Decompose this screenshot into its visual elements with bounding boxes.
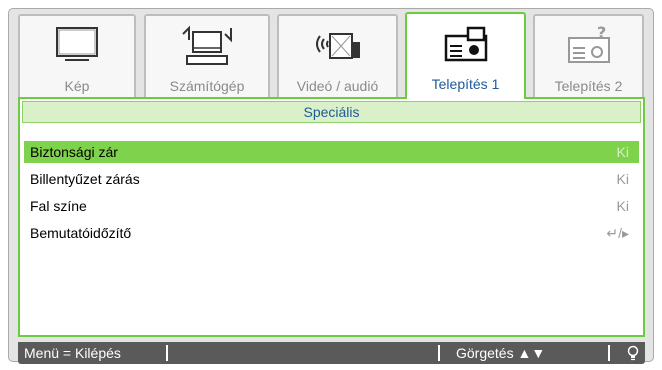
tab-label: Kép — [64, 78, 90, 94]
lightbulb-icon — [627, 345, 639, 361]
tab-label: Telepítés 1 — [431, 76, 500, 92]
menu-item-label: Fal színe — [30, 198, 87, 214]
tab-label: Telepítés 2 — [554, 78, 623, 94]
tab-picture[interactable]: Kép — [18, 14, 136, 98]
status-bar: Menü = Kilépés Görgetés ▲▼ — [18, 342, 645, 364]
status-divider — [438, 345, 440, 361]
tab-setup-1[interactable]: Telepítés 1 — [405, 12, 526, 99]
tab-label: Számítógép — [169, 78, 245, 94]
menu-item-value: Ki — [616, 171, 629, 187]
tab-label: Videó / audió — [296, 78, 379, 94]
menu-item-label: Biztonsági zár — [30, 144, 118, 160]
monitor-icon — [56, 27, 98, 61]
svg-text:?: ? — [597, 24, 606, 42]
status-divider — [608, 345, 610, 361]
menu-item-label: Billentyűzet zárás — [30, 171, 140, 187]
enter-arrow-icon: ↵/▸ — [606, 225, 629, 241]
tab-video-audio[interactable]: Videó / audió — [277, 14, 398, 98]
menu-item-value: Ki — [616, 198, 629, 214]
osd-menu-frame: Kép Számítógép Videó / audió Telepítés 1… — [8, 8, 654, 364]
projector-setup-icon — [444, 26, 487, 62]
menu-item-keypad-lock[interactable]: Billentyűzet zárás Ki — [24, 168, 639, 190]
projector-help-icon: ? — [567, 24, 610, 63]
tab-setup-2[interactable]: ? Telepítés 2 — [533, 14, 644, 98]
computer-icon — [182, 25, 232, 65]
menu-item-value: Ki — [616, 144, 629, 160]
menu-item-presentation-timer[interactable]: Bemutatóidőzítő ↵/▸ — [24, 222, 639, 244]
menu-exit-hint: Menü = Kilépés — [24, 345, 121, 361]
settings-panel: Speciális Biztonsági zár Ki Billentyűzet… — [18, 97, 645, 337]
menu-item-label: Bemutatóidőzítő — [30, 225, 132, 241]
menu-item-security-lock[interactable]: Biztonsági zár Ki — [24, 141, 639, 163]
tab-computer[interactable]: Számítógép — [144, 14, 270, 98]
scroll-hint: Görgetés ▲▼ — [456, 345, 546, 361]
status-divider — [166, 345, 168, 361]
section-title: Speciális — [22, 101, 641, 123]
video-audio-icon — [315, 33, 360, 59]
menu-item-wall-color[interactable]: Fal színe Ki — [24, 195, 639, 217]
